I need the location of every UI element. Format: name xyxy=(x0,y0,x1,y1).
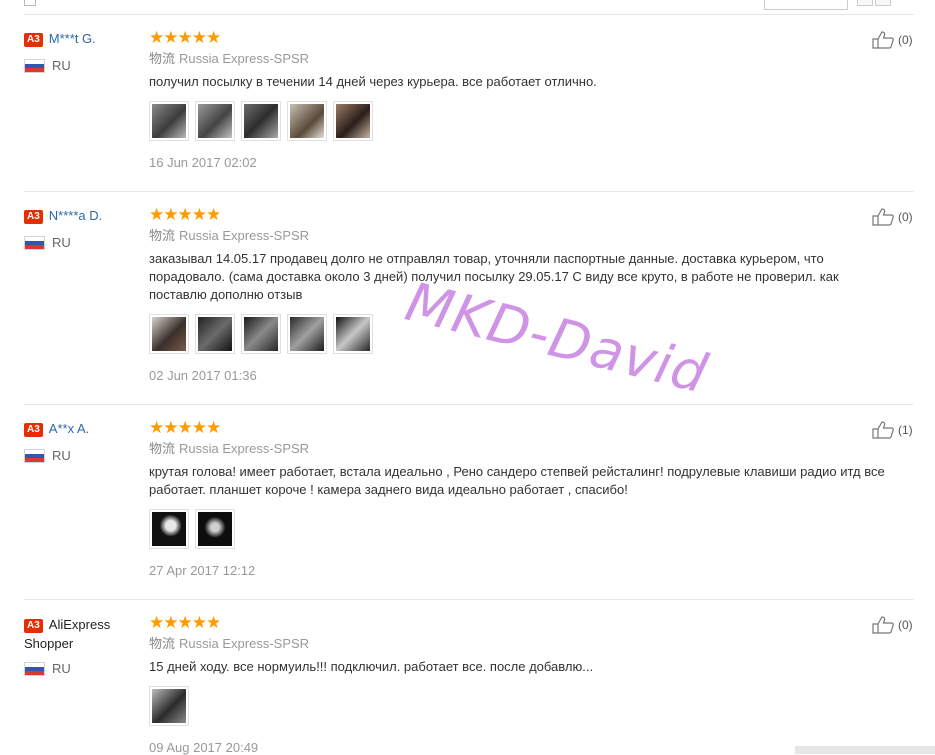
review-text: 15 дней ходу. все нормуиль!!! подключил.… xyxy=(149,659,594,674)
corner-panel xyxy=(795,746,935,754)
review-content: ★★★★★ 物流 Russia Express-SPSR заказывал 14… xyxy=(149,206,889,383)
review-date: 27 Apr 2017 12:12 xyxy=(149,563,256,578)
star-rating: ★★★★★ xyxy=(149,613,221,632)
review-photo[interactable] xyxy=(287,101,327,141)
review-photo[interactable] xyxy=(241,101,281,141)
review-photo[interactable] xyxy=(195,314,235,354)
helpful-button[interactable]: (0) xyxy=(872,208,922,226)
review-content: ★★★★★ 物流 Russia Express-SPSR получил посы… xyxy=(149,29,889,170)
next-page-button[interactable] xyxy=(875,0,891,6)
reviewer-name[interactable]: M***t G. xyxy=(49,31,96,46)
review-photo[interactable] xyxy=(195,509,235,549)
review-photo[interactable] xyxy=(241,314,281,354)
russia-flag-icon xyxy=(24,661,45,676)
review-date: 09 Aug 2017 20:49 xyxy=(149,740,259,755)
helpful-button[interactable]: (1) xyxy=(872,421,922,439)
logistics-label: 物流 xyxy=(149,441,176,456)
reviewer-info: A3 M***t G. RU xyxy=(24,30,134,73)
review-photos xyxy=(149,686,889,726)
review-text: заказывал 14.05.17 продавец долго не отп… xyxy=(149,251,839,302)
review-photo[interactable] xyxy=(149,509,189,549)
review-content: ★★★★★ 物流 Russia Express-SPSR 15 дней ходу… xyxy=(149,614,889,755)
helpful-button[interactable]: (0) xyxy=(872,31,922,49)
russia-flag-icon xyxy=(24,448,45,463)
helpful-count: (0) xyxy=(898,33,913,47)
logistics-value: Russia Express-SPSR xyxy=(179,636,310,651)
buyer-level-badge: A3 xyxy=(24,423,43,437)
buyer-level-badge: A3 xyxy=(24,619,43,633)
helpful-count: (1) xyxy=(898,423,913,437)
logistics-label: 物流 xyxy=(149,51,176,66)
review-photos xyxy=(149,101,889,141)
logistics-value: Russia Express-SPSR xyxy=(179,228,310,243)
divider xyxy=(24,14,914,15)
review-photo[interactable] xyxy=(149,314,189,354)
reviewer-country: RU xyxy=(24,235,134,250)
review-divider xyxy=(24,599,914,600)
country-code: RU xyxy=(52,58,71,73)
helpful-button[interactable]: (0) xyxy=(872,616,922,634)
country-code: RU xyxy=(52,448,71,463)
reviewer-info: A3 A**x A. RU xyxy=(24,420,134,463)
logistics-value: Russia Express-SPSR xyxy=(179,441,310,456)
buyer-level-badge: A3 xyxy=(24,210,43,224)
logistics-info: 物流 Russia Express-SPSR xyxy=(149,441,889,457)
sort-select[interactable] xyxy=(764,0,848,10)
thumbs-up-icon xyxy=(872,208,894,226)
review-content: ★★★★★ 物流 Russia Express-SPSR крутая голов… xyxy=(149,419,889,578)
logistics-info: 物流 Russia Express-SPSR xyxy=(149,636,889,652)
reviewer-country: RU xyxy=(24,661,124,676)
top-toolbar xyxy=(0,0,935,14)
review-photo[interactable] xyxy=(149,686,189,726)
country-code: RU xyxy=(52,661,71,676)
thumbs-up-icon xyxy=(872,616,894,634)
review-photo[interactable] xyxy=(195,101,235,141)
review-photo[interactable] xyxy=(333,101,373,141)
review-photo[interactable] xyxy=(149,101,189,141)
review-date: 02 Jun 2017 01:36 xyxy=(149,368,257,383)
logistics-label: 物流 xyxy=(149,228,176,243)
logistics-info: 物流 Russia Express-SPSR xyxy=(149,228,889,244)
review-date: 16 Jun 2017 02:02 xyxy=(149,155,257,170)
review-photos xyxy=(149,314,889,354)
logistics-info: 物流 Russia Express-SPSR xyxy=(149,51,889,67)
review-photos xyxy=(149,509,889,549)
reviewer-name[interactable]: A**x A. xyxy=(49,421,89,436)
reviewer-info: A3 N****a D. RU xyxy=(24,207,134,250)
helpful-count: (0) xyxy=(898,618,913,632)
buyer-level-badge: A3 xyxy=(24,33,43,47)
country-code: RU xyxy=(52,235,71,250)
star-rating: ★★★★★ xyxy=(149,418,221,437)
reviewer-name[interactable]: N****a D. xyxy=(49,208,102,223)
star-rating: ★★★★★ xyxy=(149,205,221,224)
thumbs-up-icon xyxy=(872,421,894,439)
reviewer-country: RU xyxy=(24,448,134,463)
review-divider xyxy=(24,191,914,192)
review-divider xyxy=(24,404,914,405)
prev-page-button[interactable] xyxy=(857,0,873,6)
reviewer-country: RU xyxy=(24,58,134,73)
select-all-checkbox[interactable] xyxy=(24,0,36,6)
review-text: получил посылку в течении 14 дней через … xyxy=(149,74,597,89)
russia-flag-icon xyxy=(24,235,45,250)
review-text: крутая голова! имеет работает, встала ид… xyxy=(149,464,885,497)
reviewer-info: A3 AliExpress Shopper RU xyxy=(24,615,124,676)
logistics-label: 物流 xyxy=(149,636,176,651)
review-photo[interactable] xyxy=(333,314,373,354)
star-rating: ★★★★★ xyxy=(149,28,221,47)
helpful-count: (0) xyxy=(898,210,913,224)
review-photo[interactable] xyxy=(287,314,327,354)
thumbs-up-icon xyxy=(872,31,894,49)
russia-flag-icon xyxy=(24,58,45,73)
logistics-value: Russia Express-SPSR xyxy=(179,51,310,66)
